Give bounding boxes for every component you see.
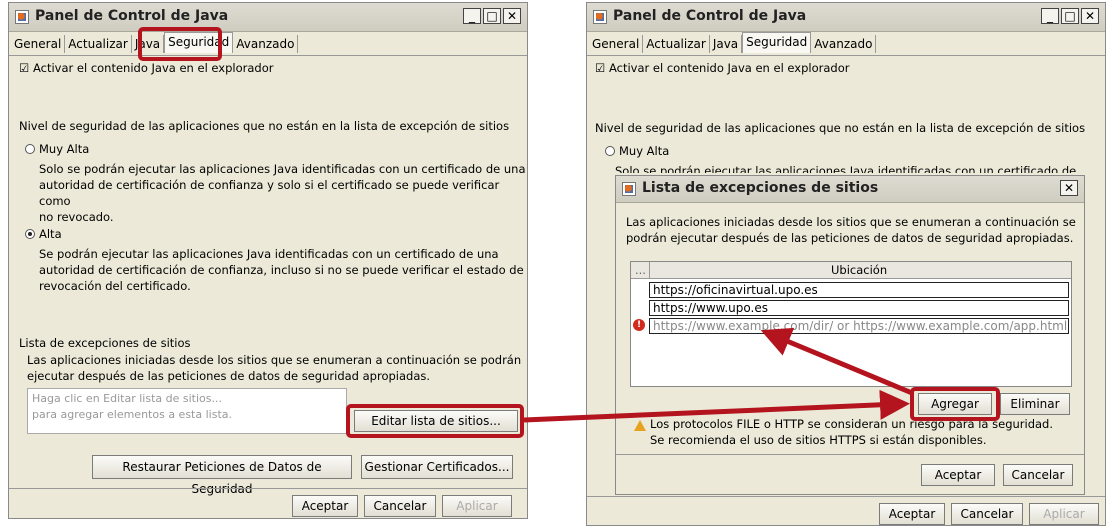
apply-button: Aplicar (1029, 503, 1099, 525)
left-titlebar: Panel de Control de Java _ □ ✕ (9, 3, 527, 32)
tab-security[interactable]: Seguridad (742, 32, 812, 53)
warning-icon (634, 420, 646, 431)
table-header: ... Ubicación (631, 262, 1071, 279)
close-icon[interactable]: ✕ (1081, 8, 1099, 24)
tab-java[interactable]: Java (710, 35, 743, 53)
tab-advanced[interactable]: Avanzado (811, 35, 877, 53)
very-high-description: Solo se podrán ejecutar las aplicaciones… (39, 162, 526, 224)
exceptions-description: Las aplicaciones iniciadas desde los sit… (27, 353, 522, 383)
very-high-description-partial: Solo se podrán ejecutar las aplicaciones… (615, 164, 1077, 173)
site-exceptions-dialog: Lista de excepciones de sitios ✕ Las apl… (615, 175, 1085, 495)
checkbox-checked-icon: ☑ (595, 61, 606, 75)
radio-high[interactable]: Alta (25, 226, 62, 242)
column-location: Ubicación (831, 263, 888, 277)
sites-table: ... Ubicación https://oficinavirtual.upo… (630, 261, 1072, 387)
dialog-titlebar: Lista de excepciones de sitios ✕ (616, 176, 1084, 203)
right-tabs: General Actualizar Java Seguridad Avanzado (589, 32, 877, 54)
radio-very-high[interactable]: Muy Alta (605, 143, 669, 159)
left-control-panel-window: Panel de Control de Java _ □ ✕ General Actu… (8, 2, 528, 519)
exceptions-heading: Lista de excepciones de sitios (19, 336, 191, 350)
java-icon (593, 10, 607, 24)
restore-prompts-button[interactable]: Restaurar Peticiones de Datos de Segurid… (92, 455, 352, 496)
tab-update[interactable]: Actualizar (65, 35, 132, 53)
manage-certificates-button[interactable]: Gestionar Certificados... (361, 455, 513, 479)
tab-general[interactable]: General (589, 35, 644, 53)
dialog-description: Las aplicaciones iniciadas desde los sit… (626, 215, 1076, 245)
maximize-icon[interactable]: □ (1061, 8, 1079, 24)
table-row-new-entry[interactable]: https://www.example.com/dir/ or https://… (649, 318, 1069, 334)
highlight-edit-button (346, 404, 524, 438)
cancel-button[interactable]: Cancelar (951, 503, 1023, 525)
checkbox-checked-icon: ☑ (19, 61, 30, 75)
cancel-button[interactable]: Cancelar (364, 495, 436, 517)
java-icon (15, 10, 29, 24)
minimize-icon[interactable]: _ (1041, 8, 1059, 24)
close-icon[interactable]: ✕ (503, 8, 521, 24)
highlight-add-button (910, 387, 1000, 421)
close-icon[interactable]: ✕ (1060, 180, 1078, 196)
security-level-heading: Nivel de seguridad de las aplicaciones q… (595, 121, 1086, 135)
dialog-ok-button[interactable]: Aceptar (921, 464, 995, 486)
table-row[interactable]: https://oficinavirtual.upo.es (649, 282, 1069, 298)
java-icon (622, 182, 636, 196)
tab-general[interactable]: General (11, 35, 66, 53)
dialog-title: Lista de excepciones de sitios (642, 180, 879, 196)
enable-java-checkbox[interactable]: ☑ Activar el contenido Java en el explor… (595, 61, 849, 75)
tab-update[interactable]: Actualizar (643, 35, 710, 53)
highlight-security-tab (138, 27, 222, 61)
remove-button[interactable]: Eliminar (1000, 393, 1070, 415)
maximize-icon[interactable]: □ (483, 8, 501, 24)
right-titlebar: Panel de Control de Java _ □ ✕ (587, 3, 1105, 32)
enable-java-checkbox[interactable]: ☑ Activar el contenido Java en el explor… (19, 61, 273, 75)
apply-button: Aplicar (442, 495, 512, 517)
security-level-heading: Nivel de seguridad de las aplicaciones q… (19, 119, 510, 133)
right-window-title: Panel de Control de Java (613, 8, 807, 24)
left-window-title: Panel de Control de Java (35, 8, 229, 24)
dialog-cancel-button[interactable]: Cancelar (1003, 464, 1073, 486)
radio-on-icon (25, 229, 35, 239)
ok-button[interactable]: Aceptar (879, 503, 945, 525)
radio-very-high[interactable]: Muy Alta (25, 141, 89, 157)
error-icon: ! (633, 319, 645, 331)
radio-off-icon (605, 146, 615, 156)
ok-button[interactable]: Aceptar (292, 495, 358, 517)
high-description: Se podrán ejecutar las aplicaciones Java… (39, 247, 524, 293)
table-row[interactable]: https://www.upo.es (649, 300, 1069, 316)
exceptions-list-box[interactable]: Haga clic en Editar lista de sitios... p… (27, 388, 347, 434)
tab-advanced[interactable]: Avanzado (233, 35, 299, 53)
minimize-icon[interactable]: _ (463, 8, 481, 24)
radio-off-icon (25, 144, 35, 154)
column-dots: ... (635, 263, 646, 277)
